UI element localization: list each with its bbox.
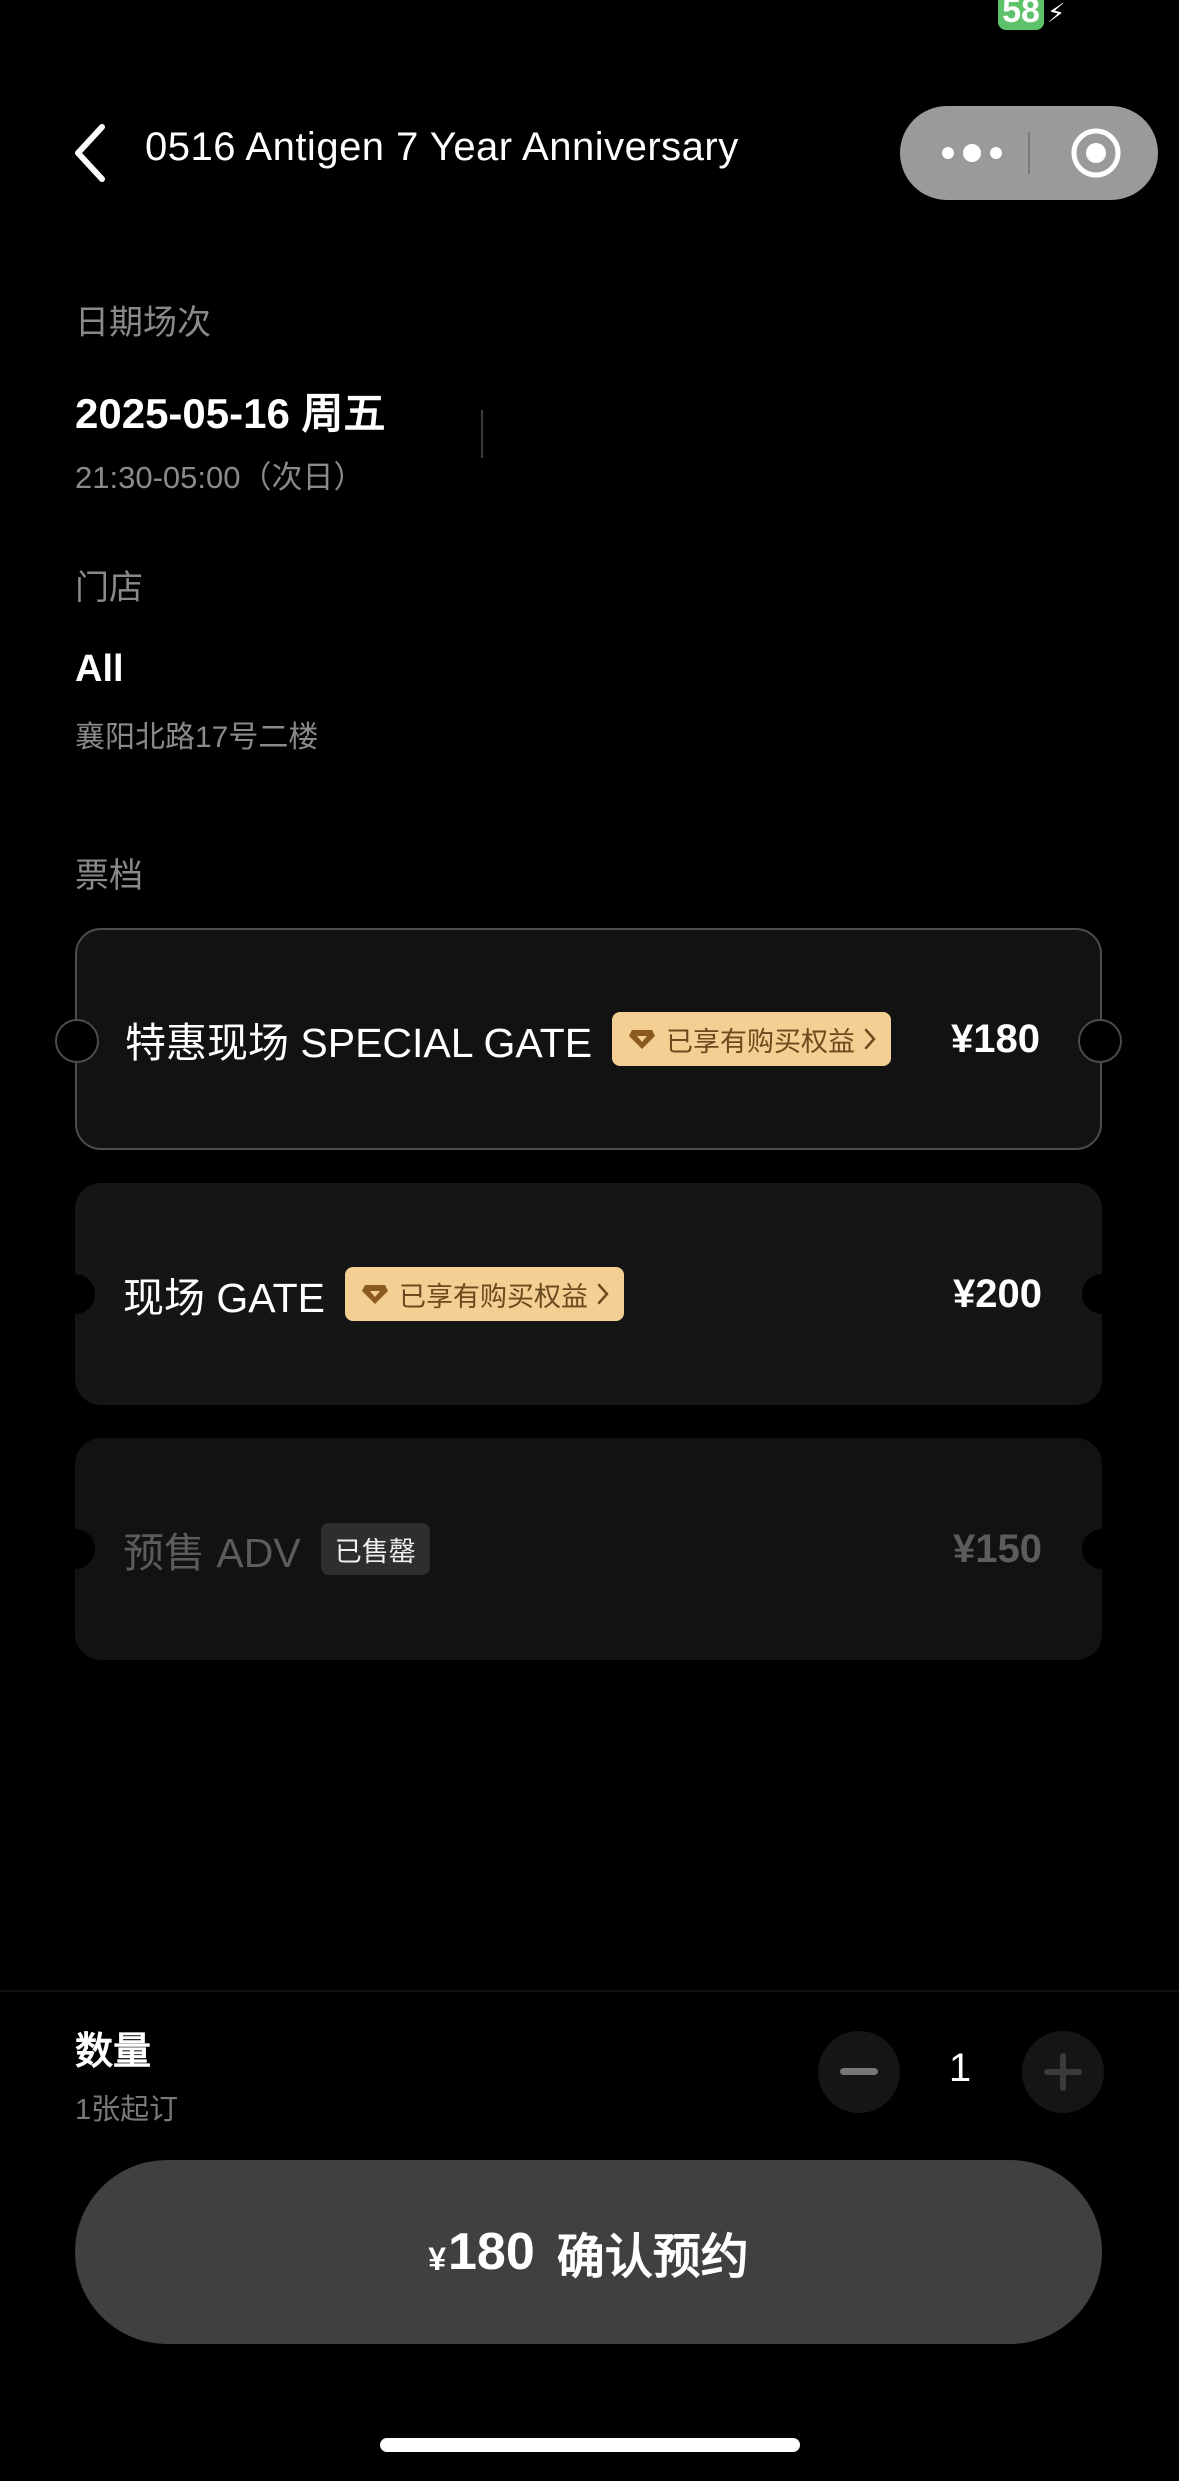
ticket-notch — [55, 1019, 99, 1063]
chevron-right-icon — [864, 1028, 876, 1050]
ticket-notch — [1078, 1019, 1122, 1063]
target-icon — [1071, 128, 1121, 178]
quantity-decrease-button[interactable] — [818, 2031, 900, 2113]
confirm-booking-button[interactable]: ¥ 180 确认预约 — [75, 2160, 1102, 2344]
back-button[interactable] — [60, 118, 120, 188]
quantity-value: 1 — [948, 2046, 972, 2090]
charging-icon: ⚡ — [1047, 0, 1066, 28]
chevron-right-icon — [597, 1283, 609, 1305]
ticket-option-gate[interactable]: 现场 GATE 已享有购买权益 ¥200 — [55, 1183, 1122, 1405]
more-dots-icon — [942, 144, 1002, 162]
sold-out-badge: 已售罄 — [320, 1523, 430, 1575]
bottom-divider — [0, 1990, 1179, 1992]
ticket-price: ¥180 — [951, 1016, 1040, 1061]
more-button[interactable] — [936, 106, 1008, 200]
perk-badge-label: 已享有购买权益 — [398, 1281, 588, 1312]
ticket-section-label: 票档 — [75, 857, 143, 895]
ticket-option-special-gate[interactable]: 特惠现场 SPECIAL GATE 已享有购买权益 ¥180 — [55, 928, 1122, 1150]
store-name[interactable]: All — [75, 648, 124, 691]
home-indicator[interactable] — [380, 2438, 800, 2452]
minus-icon — [840, 2068, 878, 2075]
store-address: 襄阳北路17号二楼 — [75, 721, 319, 754]
perk-badge[interactable]: 已享有购买权益 — [612, 1012, 892, 1066]
plus-icon — [1044, 2053, 1082, 2091]
ticket-notch — [55, 1274, 95, 1314]
miniapp-capsule — [900, 106, 1158, 200]
battery-level: 58 — [1002, 0, 1040, 30]
battery-indicator: 58 — [998, 0, 1044, 30]
date-divider — [481, 410, 483, 458]
ticket-name: 预售 ADV — [123, 1530, 301, 1576]
close-miniapp-button[interactable] — [1066, 106, 1126, 200]
capsule-divider — [1028, 132, 1030, 174]
diamond-icon — [361, 1285, 388, 1304]
confirm-currency: ¥ — [428, 2240, 446, 2277]
ticket-notch — [1082, 1274, 1122, 1314]
quantity-label: 数量 — [75, 2031, 152, 2073]
ticket-notch — [55, 1529, 95, 1569]
perk-badge[interactable]: 已享有购买权益 — [344, 1267, 624, 1321]
perk-badge-label: 已享有购买权益 — [666, 1026, 856, 1057]
store-section-label: 门店 — [75, 569, 143, 607]
ticket-price: ¥200 — [953, 1271, 1042, 1316]
event-date[interactable]: 2025-05-16 周五 — [75, 380, 386, 441]
quantity-increase-button[interactable] — [1022, 2031, 1104, 2113]
ticket-name: 现场 GATE — [123, 1275, 325, 1321]
ticket-notch — [1082, 1529, 1122, 1569]
ticket-name: 特惠现场 SPECIAL GATE — [125, 1020, 593, 1066]
date-section-label: 日期场次 — [75, 304, 211, 342]
ticket-option-adv: 预售 ADV 已售罄 ¥150 — [55, 1438, 1122, 1660]
page-title: 0516 Antigen 7 Year Anniversary — [145, 125, 739, 169]
ticket-price: ¥150 — [953, 1526, 1042, 1571]
diamond-icon — [629, 1030, 656, 1049]
event-time: 21:30-05:00（次日） — [75, 460, 365, 495]
confirm-amount: 180 — [448, 2223, 535, 2281]
quantity-min-note: 1张起订 — [75, 2094, 179, 2126]
confirm-label: 确认预约 — [556, 2231, 749, 2284]
chevron-left-icon — [75, 124, 105, 182]
